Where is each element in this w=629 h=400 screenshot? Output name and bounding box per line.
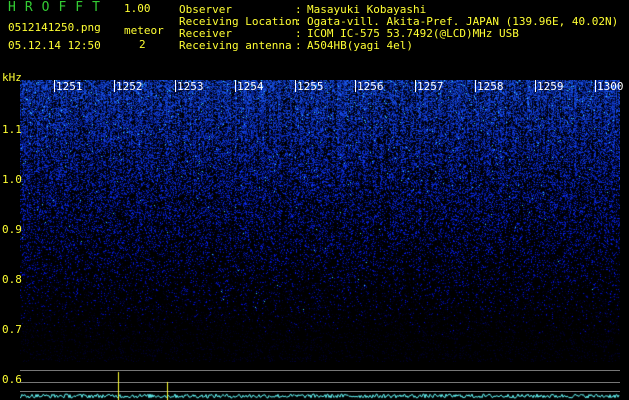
meteor-count: 2 xyxy=(139,38,146,51)
frequency-tick: 1.0 xyxy=(2,173,22,186)
antenna-label: Receiving antenna xyxy=(179,39,292,52)
app-version: 1.00 xyxy=(124,2,151,15)
signal-trace xyxy=(20,362,620,400)
frequency-tick: 0.6 xyxy=(2,373,22,386)
frequency-tick: 0.9 xyxy=(2,223,22,236)
time-tick: 1258 xyxy=(475,80,504,93)
spectrogram xyxy=(20,80,620,362)
time-tick: 1259 xyxy=(535,80,564,93)
antenna-row: Receiving antenna : A504HB(yagi 4el) xyxy=(179,40,618,52)
frequency-tick: 0.8 xyxy=(2,273,22,286)
antenna-value: A504HB(yagi 4el) xyxy=(307,39,413,52)
time-axis: 1251 1252 1253 1254 1255 1256 1257 1258 … xyxy=(0,80,629,93)
separator: : xyxy=(295,39,302,52)
time-tick: 1253 xyxy=(175,80,204,93)
time-tick: 1256 xyxy=(355,80,384,93)
file-name: 0512141250.png xyxy=(8,21,101,34)
time-tick: 1254 xyxy=(235,80,264,93)
frequency-tick: 1.1 xyxy=(2,123,22,136)
time-tick: 1300 xyxy=(595,80,624,93)
app-title: HROFFT xyxy=(8,0,109,15)
time-tick: 1255 xyxy=(295,80,324,93)
time-tick: 1257 xyxy=(415,80,444,93)
time-tick: 1252 xyxy=(114,80,143,93)
frequency-tick: 0.7 xyxy=(2,323,22,336)
station-info: Observer : Masayuki Kobayashi Receiving … xyxy=(179,4,618,52)
capture-datetime: 05.12.14 12:50 xyxy=(8,39,101,52)
time-tick: 1251 xyxy=(54,80,83,93)
meteor-label: meteor xyxy=(124,24,164,37)
